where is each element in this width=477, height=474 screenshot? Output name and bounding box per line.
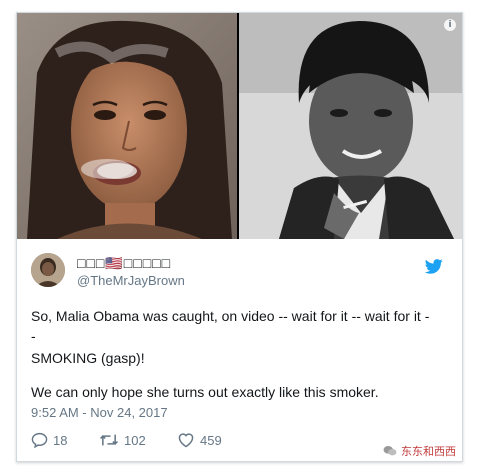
like-count: 459 xyxy=(200,432,222,448)
heart-icon xyxy=(178,433,194,448)
display-name[interactable]: □□□🇺🇸□□□□□ xyxy=(77,255,171,272)
retweet-icon xyxy=(99,434,119,446)
tweet-text-line-3: SMOKING (gasp)! xyxy=(31,350,145,366)
watermark-text: 东东和西西 xyxy=(401,445,456,458)
tweet-photo-right[interactable]: i xyxy=(239,13,462,239)
wechat-icon xyxy=(383,446,397,456)
tweet-timestamp[interactable]: 9:52 AM - Nov 24, 2017 xyxy=(31,405,168,420)
reply-count: 18 xyxy=(53,432,68,448)
watermark: 东东和西西 xyxy=(380,442,459,460)
tweet-media[interactable]: i xyxy=(17,13,462,239)
like-button[interactable]: 459 xyxy=(177,430,222,450)
avatar[interactable] xyxy=(31,253,65,287)
tweet-text-line-4: We can only hope she turns out exactly l… xyxy=(31,384,379,400)
reply-icon xyxy=(31,432,48,448)
retweet-button[interactable]: 102 xyxy=(99,430,146,450)
tweet-card: i □□□🇺🇸□□□□□ @TheMrJayBrown So, Malia Ob… xyxy=(16,12,463,462)
retweet-count: 102 xyxy=(124,432,146,448)
tweet-actions: 18 102 459 xyxy=(31,430,331,450)
reply-button[interactable]: 18 xyxy=(31,430,67,450)
info-icon[interactable]: i xyxy=(444,19,456,31)
user-handle[interactable]: @TheMrJayBrown xyxy=(77,273,185,288)
tweet-header: □□□🇺🇸□□□□□ @TheMrJayBrown xyxy=(31,253,451,293)
tweet-text-line-2: - xyxy=(31,328,36,344)
twitter-bird-icon[interactable] xyxy=(425,259,443,274)
tweet-text-line-1: So, Malia Obama was caught, on video -- … xyxy=(31,308,430,324)
tweet-photo-left[interactable] xyxy=(17,13,237,239)
